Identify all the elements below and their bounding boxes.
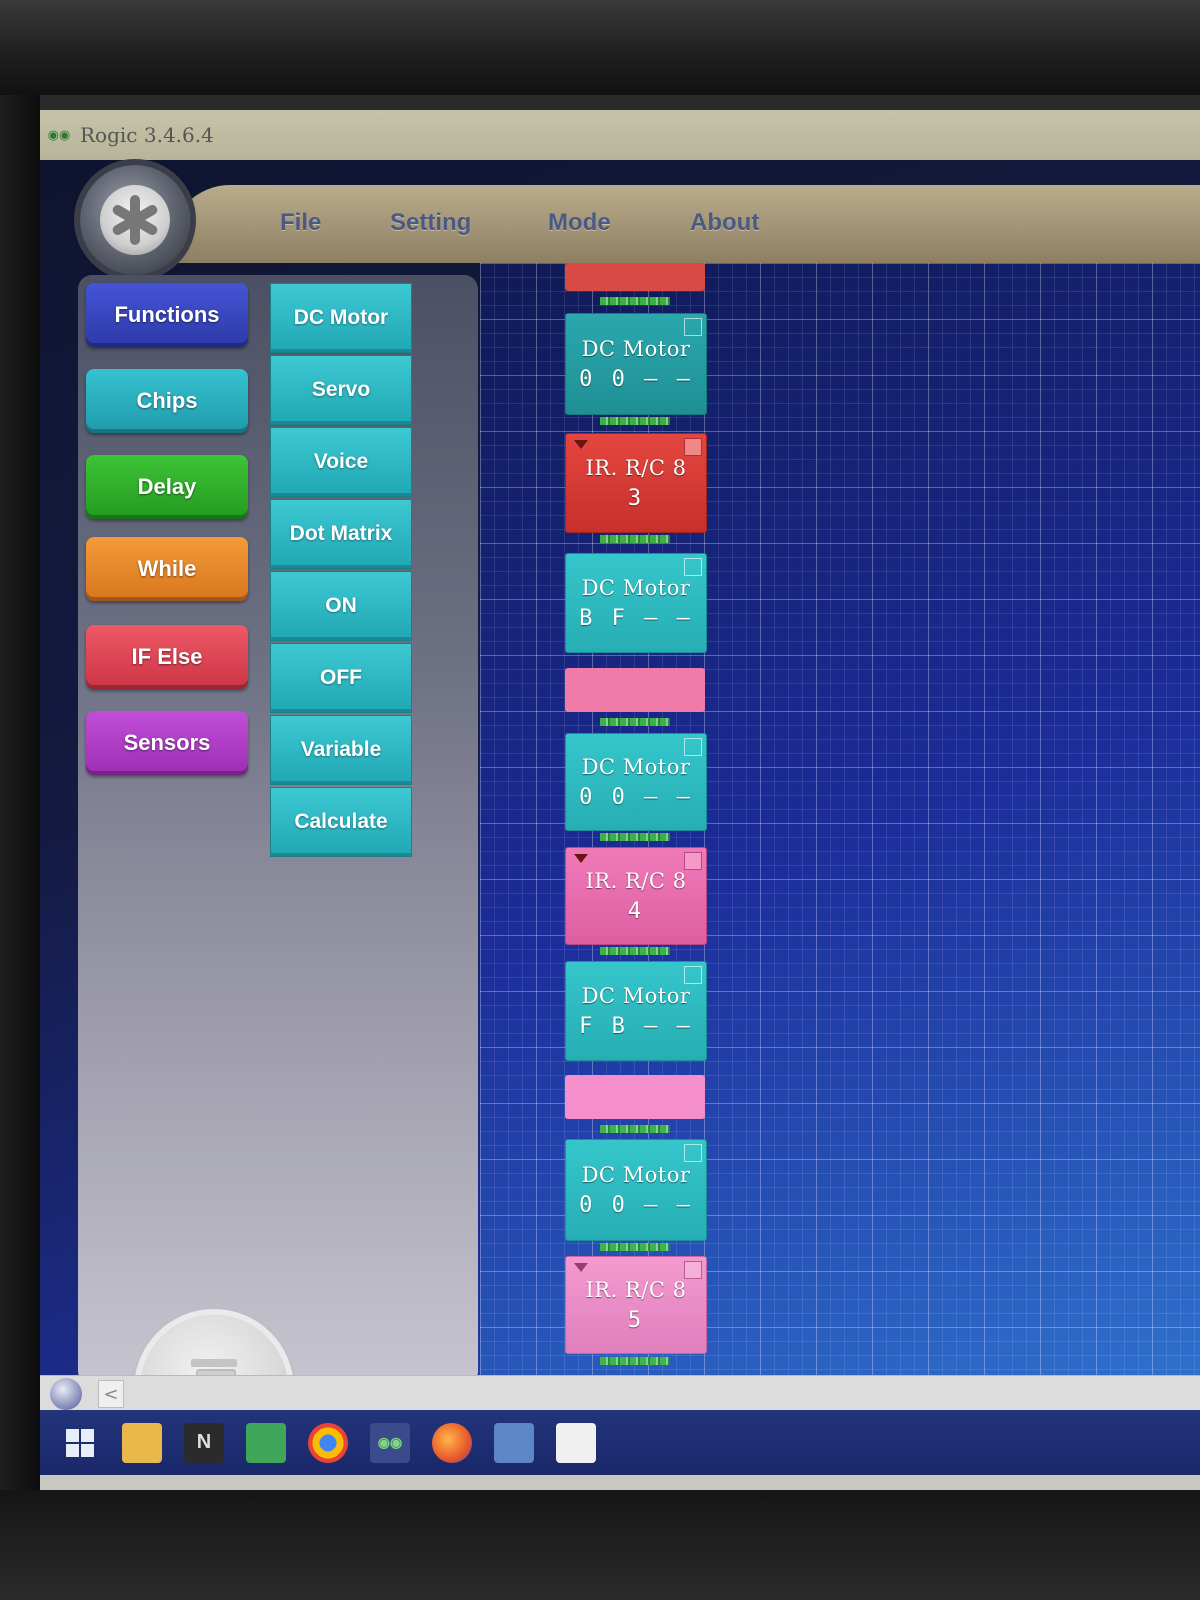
horizontal-scrollbar[interactable]: < — [40, 1375, 1200, 1411]
window-title: Rogic 3.4.6.4 — [80, 123, 214, 147]
monitor-bezel-left — [0, 95, 40, 1490]
block-name: DC Motor — [581, 336, 691, 361]
settings-icon[interactable] — [494, 1422, 534, 1463]
chip-voice[interactable]: Voice — [270, 427, 412, 497]
block-corner-handle[interactable] — [684, 966, 702, 984]
block-name: IR. R/C 8 — [585, 868, 687, 893]
block-connector — [600, 1357, 670, 1365]
block-value: 5 — [627, 1307, 645, 1333]
block-connector — [600, 833, 670, 841]
block-corner-handle[interactable] — [684, 318, 702, 336]
palette-panel: Functions Chips Delay While IF Else Sens… — [78, 275, 478, 1463]
home-logo-button[interactable] — [80, 165, 190, 275]
ir-rc-block[interactable]: IR. R/C 8 4 — [565, 847, 707, 945]
ir-rc-block[interactable]: IR. R/C 8 5 — [565, 1256, 707, 1354]
chip-on[interactable]: ON — [270, 571, 412, 641]
app-area: File Setting Mode About Functions Chips … — [40, 160, 1200, 1463]
block-connector — [600, 718, 670, 726]
dc-motor-block[interactable]: DC Motor F B — — — [565, 961, 707, 1061]
block-value: 0 0 — — — [579, 366, 693, 392]
chip-variable[interactable]: Variable — [270, 715, 412, 785]
dropdown-triangle-icon[interactable] — [574, 854, 588, 863]
firefox-icon[interactable] — [432, 1422, 472, 1463]
category-chips[interactable]: Chips — [86, 369, 248, 433]
block-name: DC Motor — [581, 754, 691, 779]
block-name: DC Motor — [581, 1162, 691, 1187]
block-value: 0 0 — — — [579, 1192, 693, 1218]
block-value: F B — — — [579, 1013, 693, 1039]
block-connector — [600, 947, 670, 955]
rogic-app-icon: ◉◉ — [47, 127, 71, 143]
store-icon[interactable] — [246, 1422, 286, 1463]
block-separator-red[interactable] — [565, 263, 705, 291]
block-separator-pink[interactable] — [565, 668, 705, 712]
block-value: 3 — [627, 485, 645, 511]
windows-taskbar: N ◉◉ — [40, 1410, 1200, 1475]
chip-dot-matrix[interactable]: Dot Matrix — [270, 499, 412, 569]
menu-file[interactable]: File — [280, 209, 321, 237]
block-corner-handle[interactable] — [684, 852, 702, 870]
menu-about[interactable]: About — [690, 209, 759, 237]
dc-motor-block[interactable]: DC Motor B F — — — [565, 553, 707, 653]
category-delay[interactable]: Delay — [86, 455, 248, 519]
rogic-icon[interactable]: ◉◉ — [370, 1422, 410, 1463]
block-connector — [600, 1243, 670, 1251]
scroll-left-button[interactable]: < — [98, 1380, 124, 1408]
block-corner-handle[interactable] — [684, 558, 702, 576]
block-separator-pink-light[interactable] — [565, 1075, 705, 1119]
block-name: IR. R/C 8 — [585, 1277, 687, 1302]
block-connector — [600, 1125, 670, 1133]
monitor-bezel-top — [0, 0, 1200, 95]
window-titlebar[interactable]: ◉◉ Rogic 3.4.6.4 — [40, 110, 1200, 160]
windows-logo-icon — [66, 1428, 94, 1457]
block-name: DC Motor — [581, 575, 691, 600]
chip-dc-motor[interactable]: DC Motor — [270, 283, 412, 353]
category-functions[interactable]: Functions — [86, 283, 248, 347]
block-value: B F — — — [579, 605, 693, 631]
block-name: IR. R/C 8 — [585, 455, 687, 480]
category-while[interactable]: While — [86, 537, 248, 601]
chrome-icon[interactable] — [308, 1422, 348, 1463]
dc-motor-block[interactable]: DC Motor 0 0 — — — [565, 733, 707, 831]
block-value: 0 0 — — — [579, 784, 693, 810]
chip-servo[interactable]: Servo — [270, 355, 412, 425]
inkscape-icon[interactable]: N — [184, 1422, 224, 1463]
block-connector — [600, 297, 670, 305]
block-connector — [600, 417, 670, 425]
fan-logo-icon — [100, 185, 170, 255]
chip-calculate[interactable]: Calculate — [270, 787, 412, 857]
trash-lid — [191, 1359, 237, 1367]
dropdown-triangle-icon[interactable] — [574, 1263, 588, 1272]
ir-rc-block[interactable]: IR. R/C 8 3 — [565, 433, 707, 533]
file-explorer-icon[interactable] — [122, 1422, 162, 1463]
chip-off[interactable]: OFF — [270, 643, 412, 713]
block-connector — [600, 535, 670, 543]
program-canvas[interactable]: DC Motor 0 0 — — IR. R/C 8 3 DC Motor B … — [480, 263, 1200, 1395]
notepad-icon[interactable] — [556, 1422, 596, 1463]
dc-motor-block[interactable]: DC Motor 0 0 — — — [565, 1139, 707, 1241]
block-value: 4 — [627, 898, 645, 924]
block-corner-handle[interactable] — [684, 1144, 702, 1162]
menu-setting[interactable]: Setting — [390, 209, 471, 237]
category-sensors[interactable]: Sensors — [86, 711, 248, 775]
menu-mode[interactable]: Mode — [548, 209, 611, 237]
block-name: DC Motor — [581, 983, 691, 1008]
monitor-bezel-bottom — [0, 1490, 1200, 1600]
category-if-else[interactable]: IF Else — [86, 625, 248, 689]
block-corner-handle[interactable] — [684, 738, 702, 756]
menubar: File Setting Mode About — [170, 185, 1200, 263]
block-corner-handle[interactable] — [684, 438, 702, 456]
dropdown-triangle-icon[interactable] — [574, 440, 588, 449]
screen: ◉◉ Rogic 3.4.6.4 File Setting Mode About… — [40, 110, 1200, 1490]
block-corner-handle[interactable] — [684, 1261, 702, 1279]
status-orb-icon — [50, 1378, 82, 1410]
dc-motor-block[interactable]: DC Motor 0 0 — — — [565, 313, 707, 415]
windows-start-icon[interactable] — [60, 1423, 100, 1463]
